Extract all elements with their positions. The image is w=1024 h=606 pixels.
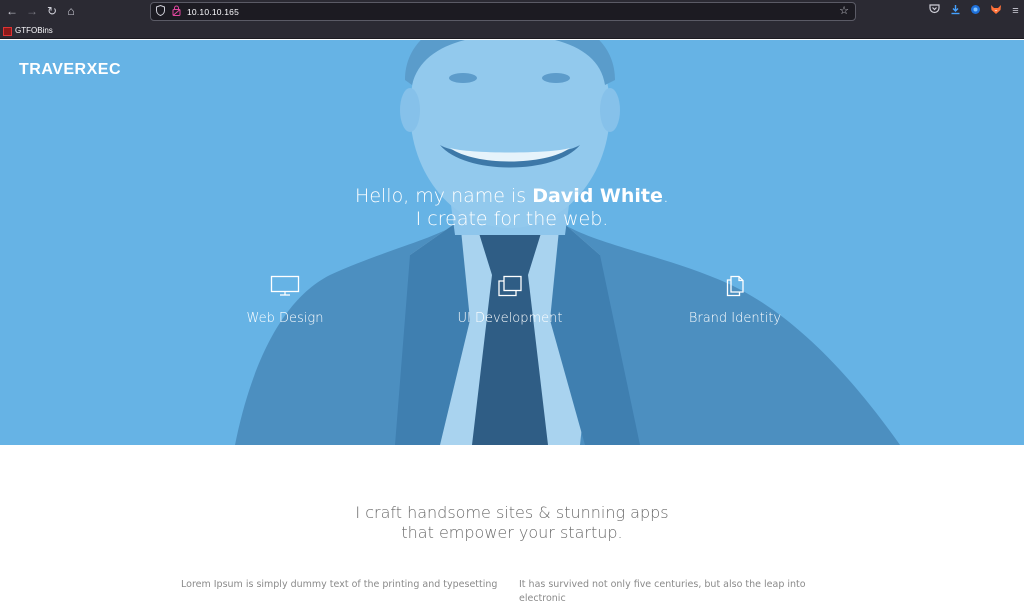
tagline-line-1: I craft handsome sites & stunning apps [355, 503, 669, 522]
service-ui-development: UI Development [410, 275, 610, 327]
download-icon[interactable] [949, 4, 962, 18]
hero-portrait-image [0, 40, 1024, 445]
url-bar[interactable]: 10.10.10.165 ☆ [150, 2, 856, 21]
star-icon[interactable]: ☆ [837, 4, 851, 19]
layers-icon [410, 275, 610, 297]
hero-punct: . [662, 185, 669, 207]
service-label: UI Development [457, 311, 563, 326]
monitor-icon [185, 275, 385, 297]
fox-icon[interactable] [989, 4, 1002, 18]
service-web-design: Web Design [185, 275, 385, 327]
hero-heading: Hello, my name is David White. I create … [0, 185, 1024, 231]
arrow-left-icon[interactable]: ← [4, 3, 20, 19]
bookmarks-bar: GTFOBins [0, 23, 1024, 39]
intro-paragraph-left: Lorem Ipsum is simply dummy text of the … [181, 579, 498, 590]
intro-paragraph-right: It has survived not only five centuries,… [519, 579, 806, 604]
hero-line-2: I create for the web. [415, 208, 609, 230]
service-label: Web Design [246, 311, 324, 326]
extension-icon[interactable] [969, 4, 982, 18]
site-brand[interactable]: TRAVERXEC [19, 61, 121, 79]
home-icon[interactable]: ⌂ [63, 3, 79, 19]
arrow-right-icon[interactable]: → [24, 3, 40, 19]
url-text[interactable]: 10.10.10.165 [187, 6, 239, 18]
tagline: I craft handsome sites & stunning apps t… [0, 503, 1024, 543]
hero-name: David White [532, 185, 663, 207]
service-label: Brand Identity [688, 311, 782, 326]
bookmark-label: GTFOBins [15, 26, 53, 35]
hero-line-1: Hello, my name is David White. [0, 185, 1024, 208]
lock-icon[interactable] [171, 5, 181, 18]
hamburger-menu-icon[interactable]: ≡ [1009, 4, 1022, 18]
document-icon [635, 275, 835, 297]
tagline-line-2: that empower your startup. [401, 523, 623, 542]
hero-greeting: Hello, my name is [355, 185, 533, 207]
service-brand-identity: Brand Identity [635, 275, 835, 327]
reload-icon[interactable]: ↻ [44, 3, 60, 19]
shield-icon[interactable] [155, 4, 165, 18]
bookmark-gtfobins[interactable]: GTFOBins [3, 25, 53, 37]
browser-toolbar: ← → ↻ ⌂ 10.10.10.165 ☆ ≡ [0, 0, 1024, 23]
pocket-icon[interactable] [928, 4, 941, 18]
bookmark-favicon-icon [3, 26, 12, 36]
hero-section: TRAVERXEC Hello, my name is David White.… [0, 40, 1024, 445]
